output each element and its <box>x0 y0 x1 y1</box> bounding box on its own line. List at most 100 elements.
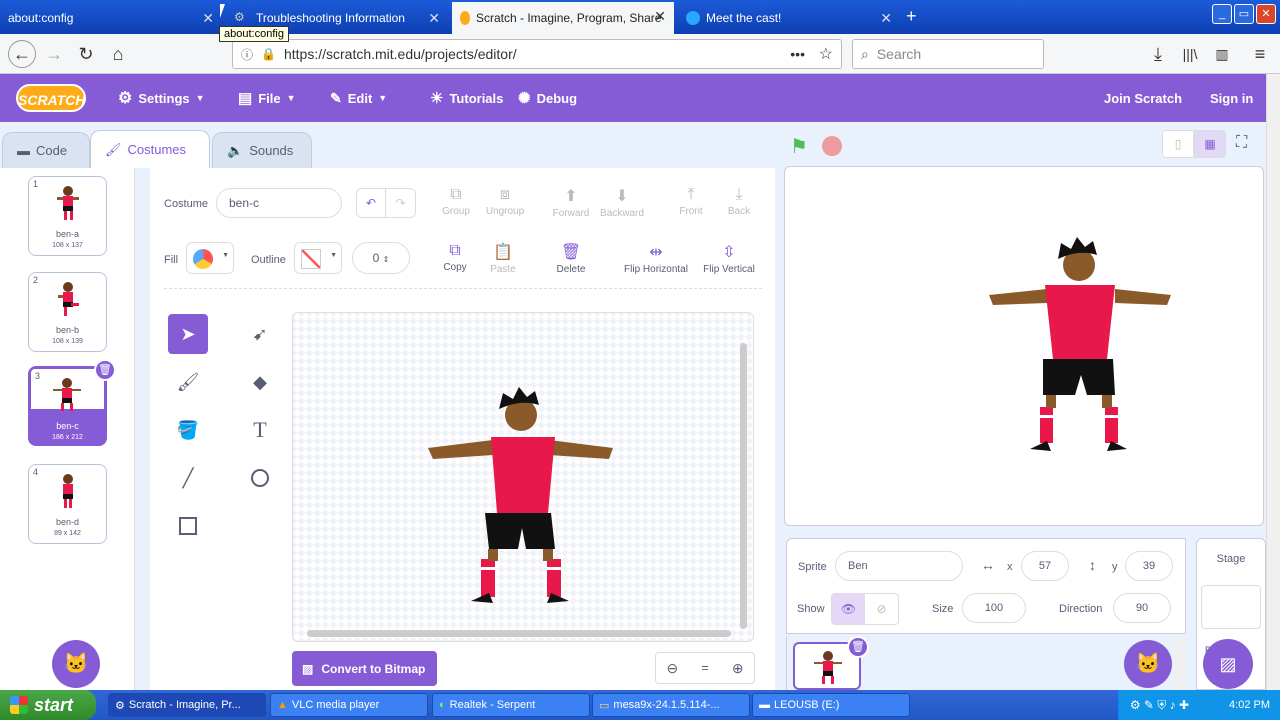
taskbar-item-scratch[interactable]: ⚙ Scratch - Imagine, Pr... <box>108 693 266 717</box>
costume-tile[interactable]: 1 ben-a 108 x 137 <box>28 176 107 256</box>
page-scrollbar[interactable] <box>1266 74 1280 690</box>
fill-tool[interactable]: 🪣 <box>168 410 208 450</box>
delete-sprite-icon[interactable]: 🗑 <box>847 636 869 658</box>
tab-costumes[interactable]: 🖌 Costumes <box>90 130 210 168</box>
taskbar-item-realtek[interactable]: ◐ Realtek - Serpent <box>432 693 590 717</box>
ungroup-button[interactable]: ⧈ Ungroup <box>480 186 530 217</box>
text-tool[interactable]: T <box>240 410 280 450</box>
choose-costume-button[interactable]: 🐱 <box>52 640 100 688</box>
info-icon[interactable]: ⓘ <box>241 46 253 63</box>
minimize-icon[interactable]: _ <box>1212 4 1232 24</box>
browser-tab-about-config[interactable]: about:config ✕ <box>0 4 222 32</box>
zoom-reset-button[interactable]: = <box>689 653 722 683</box>
costume-tile-selected[interactable]: 3 ben-c 186 x 212 🗑 <box>28 359 116 446</box>
browser-tab-meet-the-cast[interactable]: Meet the cast! ✕ <box>678 4 900 32</box>
redo-icon[interactable]: ↷ <box>386 189 415 217</box>
hamburger-menu-icon[interactable]: ≡ <box>1248 42 1272 66</box>
sign-in-link[interactable]: Sign in <box>1210 74 1253 122</box>
outline-width-input[interactable]: 0 ⇕ <box>352 242 410 274</box>
file-menu[interactable]: ▤ File ▼ <box>238 74 296 122</box>
copy-button[interactable]: ⧉ Copy <box>430 242 480 273</box>
tutorials-button[interactable]: ☀ Tutorials <box>430 74 503 122</box>
bookmark-star-icon[interactable]: ☆ <box>819 44 833 64</box>
reshape-tool[interactable]: ➹ <box>240 314 280 354</box>
eye-hidden-icon[interactable]: ⊘ <box>865 594 898 624</box>
small-stage-icon[interactable]: ▯ <box>1162 130 1194 158</box>
stepper-icon[interactable]: ⇕ <box>383 255 390 264</box>
costume-tile[interactable]: 4 ben-d 89 x 142 <box>28 464 107 544</box>
sprite-tile-selected[interactable]: 🗑 <box>793 636 869 690</box>
outline-color-picker[interactable]: ▼ <box>294 242 342 274</box>
tab-code[interactable]: ▬ Code <box>2 132 90 168</box>
download-icon[interactable]: ⤓ <box>1146 42 1170 66</box>
join-scratch-link[interactable]: Join Scratch <box>1104 74 1182 122</box>
stop-icon[interactable] <box>822 136 842 156</box>
zoom-in-icon[interactable]: ⊕ <box>721 653 754 683</box>
sidebar-icon[interactable]: ▥ <box>1210 42 1234 66</box>
circle-tool[interactable] <box>240 458 280 498</box>
tab-sounds[interactable]: 🔈 Sounds <box>212 132 312 168</box>
edit-menu[interactable]: ✎ Edit ▼ <box>330 74 387 122</box>
home-icon[interactable]: ⌂ <box>106 42 130 66</box>
tray-icons[interactable]: ⚙ ✎ ⛨ ♪ ✚ <box>1130 698 1189 713</box>
size-input[interactable]: 100 <box>962 593 1026 623</box>
flip-vertical-button[interactable]: ⇳ Flip Vertical <box>698 242 760 275</box>
taskbar-item-mesa[interactable]: ▭ mesa9x-24.1.5.114-... <box>592 693 750 717</box>
scratch-logo[interactable]: SCRATCH <box>16 84 86 112</box>
convert-to-bitmap-button[interactable]: ▨ Convert to Bitmap <box>292 651 437 686</box>
group-button[interactable]: ⧉ Group <box>431 186 481 217</box>
zoom-out-icon[interactable]: ⊖ <box>656 653 689 683</box>
close-tab-icon[interactable]: ✕ <box>880 10 892 27</box>
select-tool[interactable]: ➤ <box>168 314 208 354</box>
direction-input[interactable]: 90 <box>1113 593 1171 623</box>
sprite-name-input[interactable]: Ben <box>835 551 963 581</box>
paste-button[interactable]: 📋 Paste <box>478 242 528 275</box>
stage[interactable] <box>784 166 1264 526</box>
rectangle-tool[interactable] <box>168 506 208 546</box>
delete-button[interactable]: 🗑 Delete <box>546 242 596 275</box>
browser-tab-scratch[interactable]: Scratch - Imagine, Program, Share ✕ <box>452 2 674 34</box>
costume-tile[interactable]: 2 ben-b 108 x 139 <box>28 272 107 352</box>
url-bar[interactable]: ⓘ 🔒 https://scratch.mit.edu/projects/edi… <box>232 39 842 69</box>
flip-horizontal-button[interactable]: ⇹ Flip Horizontal <box>618 242 694 275</box>
forward-icon[interactable]: → <box>42 42 66 66</box>
stage-selector[interactable]: Stage B ▨ <box>1196 538 1266 690</box>
y-input[interactable]: 39 <box>1125 551 1173 581</box>
eye-visible-icon[interactable]: 👁 <box>832 594 865 624</box>
large-stage-icon[interactable]: ▦ <box>1194 130 1226 158</box>
choose-backdrop-button[interactable]: ▨ <box>1203 639 1253 689</box>
page-actions-icon[interactable]: ••• <box>790 46 805 62</box>
close-tab-icon[interactable]: ✕ <box>654 8 666 25</box>
line-tool[interactable]: ╱ <box>168 458 208 498</box>
close-tab-icon[interactable]: ✕ <box>428 10 440 27</box>
debug-button[interactable]: ✺ Debug <box>518 74 577 122</box>
sprite-list-scrollbar[interactable] <box>1173 636 1185 690</box>
start-button[interactable]: start <box>0 690 96 720</box>
close-tab-icon[interactable]: ✕ <box>202 10 214 27</box>
taskbar-item-leousb[interactable]: ▬ LEOUSB (E:) <box>752 693 910 717</box>
x-input[interactable]: 57 <box>1021 551 1069 581</box>
paint-canvas[interactable] <box>292 312 754 642</box>
backward-button[interactable]: ⬇ Backward <box>597 186 647 219</box>
vertical-scrollbar[interactable] <box>740 343 747 629</box>
close-window-icon[interactable]: ✕ <box>1256 4 1276 24</box>
fullscreen-icon[interactable]: ⛶ <box>1236 134 1247 152</box>
new-tab-icon[interactable]: + <box>906 6 917 27</box>
maximize-icon[interactable]: ▭ <box>1234 4 1254 24</box>
horizontal-scrollbar[interactable] <box>307 630 731 637</box>
fill-color-picker[interactable]: ▼ <box>186 242 234 274</box>
delete-costume-icon[interactable]: 🗑 <box>94 359 116 381</box>
undo-icon[interactable]: ↶ <box>357 189 387 217</box>
back-button[interactable]: ⤓ Back <box>714 186 764 217</box>
eraser-tool[interactable]: ◆ <box>240 362 280 402</box>
green-flag-icon[interactable]: ⚑ <box>790 134 808 159</box>
brush-tool[interactable]: 🖌 <box>168 362 208 402</box>
taskbar-item-vlc[interactable]: ▲ VLC media player <box>270 693 428 717</box>
reload-icon[interactable]: ↻ <box>74 42 98 66</box>
library-icon[interactable]: |||\ <box>1178 42 1202 66</box>
choose-sprite-button[interactable]: 🐱 <box>1124 640 1172 688</box>
costume-name-input[interactable]: ben-c <box>216 188 342 218</box>
settings-menu[interactable]: ⚙ Settings ▼ <box>118 74 205 122</box>
front-button[interactable]: ⤒ Front <box>666 186 716 217</box>
forward-button[interactable]: ⬆ Forward <box>546 186 596 219</box>
